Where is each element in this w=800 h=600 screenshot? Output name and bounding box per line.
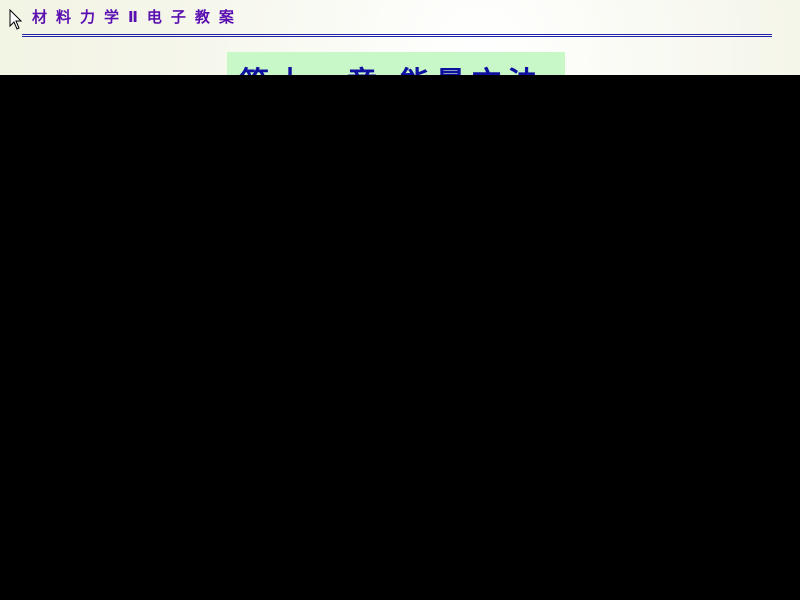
mouse-cursor-icon: [9, 9, 23, 30]
course-header: 材料力学Ⅱ电子教案: [32, 8, 243, 26]
header-divider-2: [22, 36, 772, 37]
blank-region: [0, 75, 800, 600]
header-divider: [22, 34, 772, 35]
